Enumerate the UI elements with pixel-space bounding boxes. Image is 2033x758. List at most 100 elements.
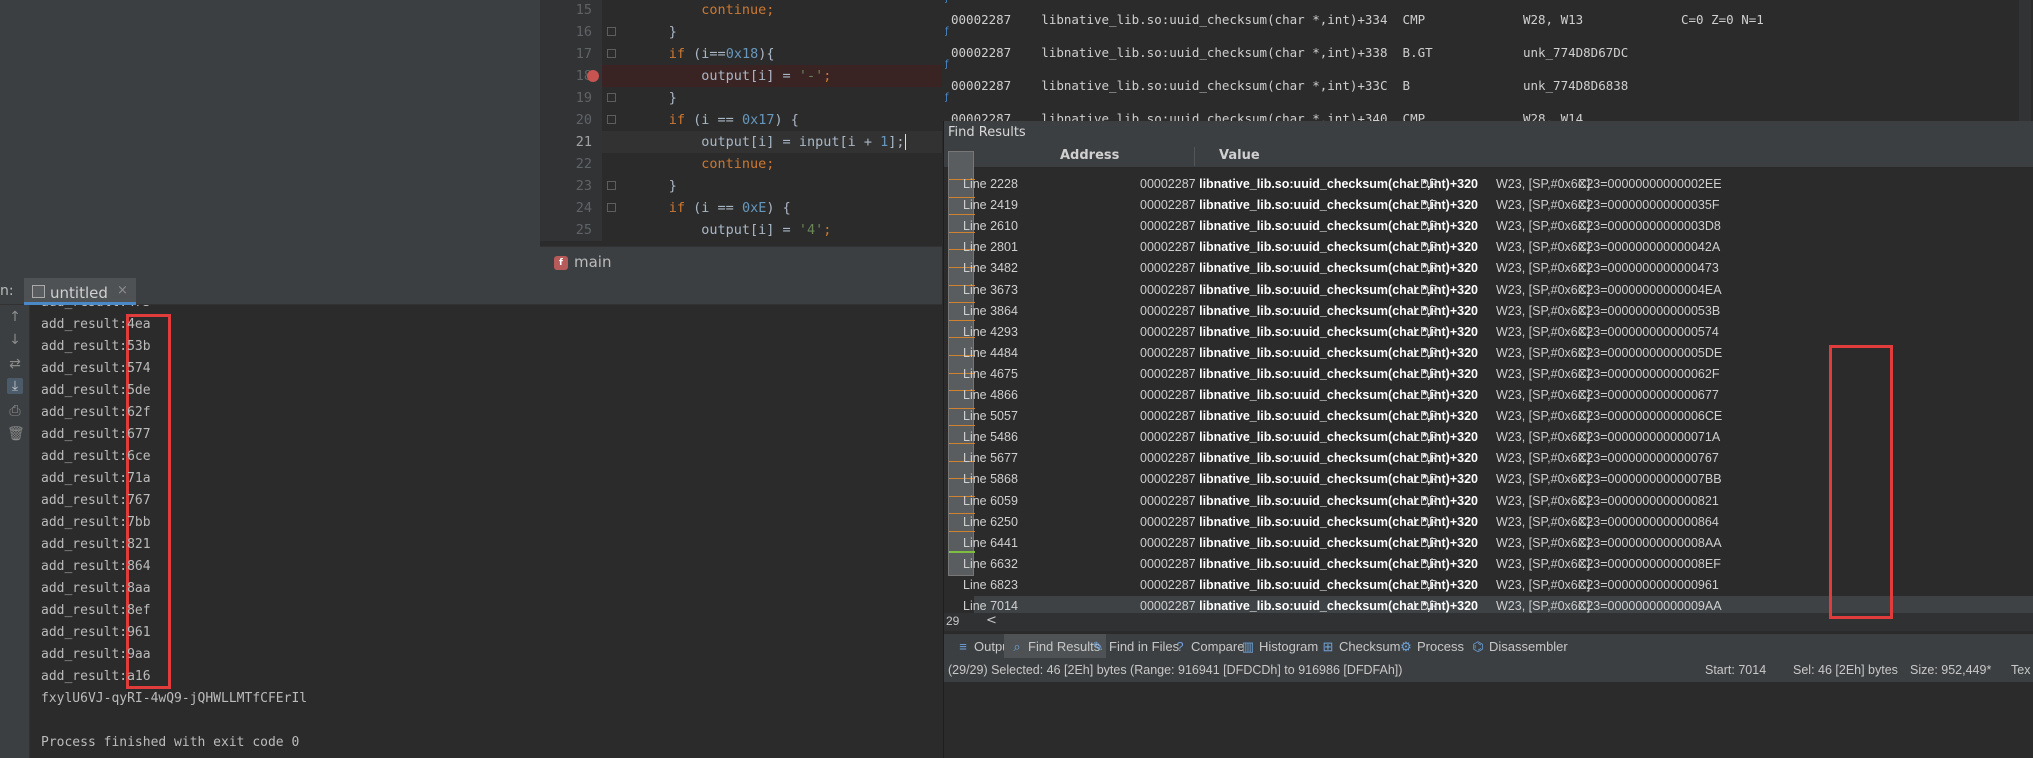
table-row[interactable]: Line 2419 00002287 libnative_lib.so:uuid_… (963, 195, 2033, 216)
table-row[interactable]: Line 3482 00002287 libnative_lib.so:uuid_… (963, 258, 2033, 279)
row-register-value: X23=00000000000006CE (1578, 409, 1723, 424)
fold-marker-icon[interactable] (607, 49, 616, 58)
table-row[interactable]: Line 3673 00002287 libnative_lib.so:uuid_… (963, 280, 2033, 301)
code-line[interactable]: 24 if (i == 0xE) { (540, 197, 942, 219)
row-register-value: X23=000000000000071A (1578, 430, 1721, 445)
table-row[interactable]: Line 4293 00002287 libnative_lib.so:uuid_… (963, 322, 2033, 343)
code-token: } (668, 178, 677, 194)
trace-row[interactable]: 00002287 libnative_lib.so:uuid_checksum(… (951, 78, 1628, 93)
row-instruction: LDR (1413, 535, 1439, 550)
fold-marker-icon[interactable] (607, 27, 616, 36)
code-line[interactable]: 20 if (i == 0x17) { (540, 109, 942, 131)
soft-wrap-icon[interactable]: ⇄ (7, 356, 23, 372)
line-number[interactable]: 23 (540, 175, 602, 197)
row-instruction: LDR (1413, 366, 1439, 381)
line-number[interactable]: 20 (540, 109, 602, 131)
console-output[interactable]: add_result:473 add_result:4ea add_result:5… (30, 305, 942, 758)
trace-marker-icon: ƒ (945, 59, 949, 70)
console-line: add_result:473 (41, 305, 151, 314)
line-number[interactable]: 24 (540, 197, 602, 219)
fold-marker-icon[interactable] (607, 203, 616, 212)
fold-marker-icon[interactable] (607, 181, 616, 190)
row-register-value: X23=000000000000053B (1578, 303, 1721, 318)
line-number[interactable]: 17 (540, 43, 602, 65)
trash-icon[interactable]: 🗑 (7, 426, 25, 442)
arrow-up-icon[interactable]: ↑ (7, 309, 23, 325)
console-line: add_result:961 (41, 625, 151, 640)
project-blank-area (0, 0, 540, 278)
row-operands: W23, [SP,#0x6C] (1496, 177, 1591, 191)
table-row[interactable]: Line 2610 00002287 libnative_lib.so:uuid_… (963, 216, 2033, 237)
chevron-left-icon[interactable]: < (986, 613, 997, 628)
tab-disassembler[interactable]: ⌬ Disassembler (1465, 634, 1574, 659)
fold-marker-icon[interactable] (607, 93, 616, 102)
row-instruction: LDR (1413, 324, 1439, 339)
line-number[interactable]: 16 (540, 21, 602, 43)
code-line[interactable]: 22 continue; (540, 153, 942, 175)
trace-row[interactable]: 00002287 libnative_lib.so:uuid_checksum(… (951, 45, 1628, 60)
code-token: 1 (880, 134, 889, 150)
row-operands: W23, [SP,#0x6C] (1496, 472, 1591, 487)
line-number[interactable]: 15 (540, 0, 602, 21)
scroll-to-end-icon[interactable]: ⤓ (7, 378, 23, 394)
code-line[interactable]: 18 output[i] = '-'; (540, 65, 942, 87)
row-line: Line 5486 (963, 430, 1018, 445)
trace-view[interactable]: ƒ00002287 libnative_lib.so:uuid_checksum… (945, 0, 2033, 121)
column-divider[interactable] (1194, 147, 1195, 166)
console-line: add_result:767 (41, 493, 151, 508)
code-text: if (i == 0x17) { (620, 109, 799, 131)
code-token: ; (823, 68, 832, 84)
column-header-value[interactable]: Value (1219, 148, 1260, 163)
code-editor[interactable]: 15 continue; 16 } 17 if (i==0x18){18 outpu… (540, 0, 942, 246)
row-register-value: X23=0000000000000864 (1578, 514, 1719, 529)
code-line[interactable]: 21 output[i] = input[i + 1]; (540, 131, 942, 153)
line-number[interactable]: 19 (540, 87, 602, 109)
status-size: Size: 952,449* (1910, 663, 1992, 677)
line-number[interactable]: 25 (540, 219, 602, 241)
row-line: Line 2419 (963, 198, 1018, 213)
trace-row[interactable]: 00002287 libnative_lib.so:uuid_checksum(… (951, 111, 1583, 121)
code-line[interactable]: 19 } (540, 87, 942, 109)
text-caret (904, 134, 906, 150)
table-row[interactable]: Line 3864 00002287 libnative_lib.so:uuid_… (963, 301, 2033, 322)
code-line[interactable]: 23 } (540, 175, 942, 197)
breakpoint-icon[interactable] (587, 70, 599, 82)
code-token: output[i] = (701, 222, 799, 238)
row-line: Line 3864 (963, 303, 1018, 318)
code-token: 0xE (741, 200, 767, 216)
code-text: } (620, 21, 677, 43)
function-icon: f (554, 256, 568, 270)
status-selection-info: (29/29) Selected: 46 [2Eh] bytes (Range:… (948, 663, 1403, 677)
code-line[interactable]: 16 } (540, 21, 942, 43)
line-number[interactable]: 22 (540, 153, 602, 175)
row-line: Line 3673 (963, 282, 1018, 297)
code-line[interactable]: 15 continue; (540, 0, 942, 21)
close-icon[interactable]: × (117, 283, 128, 298)
line-number[interactable]: 21 (540, 131, 602, 153)
table-row[interactable]: Line 2801 00002287 libnative_lib.so:uuid_… (963, 237, 2033, 258)
row-instruction: LDR (1413, 198, 1439, 213)
code-line[interactable]: 25 output[i] = '4'; (540, 219, 942, 241)
code-token: if (668, 112, 694, 128)
row-register-value: X23=00000000000003D8 (1578, 219, 1721, 234)
print-icon[interactable]: ⎙ (7, 403, 23, 419)
tab-histogram[interactable]: ▥ Histogram (1235, 634, 1324, 659)
row-line: Line 3482 (963, 261, 1018, 276)
tab-untitled[interactable]: untitled × (24, 278, 136, 305)
fold-marker-icon[interactable] (607, 115, 616, 124)
row-line: Line 6250 (963, 514, 1018, 529)
arrow-down-icon[interactable]: ↓ (7, 332, 23, 348)
column-header-address[interactable]: Address (1060, 148, 1119, 163)
row-register-value: X23=0000000000000767 (1578, 451, 1719, 466)
scrollbar[interactable] (2019, 0, 2031, 121)
row-instruction: LDR (1413, 409, 1439, 424)
function-name[interactable]: main (574, 253, 611, 271)
trace-row[interactable]: 00002287 libnative_lib.so:uuid_checksum(… (951, 12, 1764, 27)
code-token: (i == (693, 112, 742, 128)
table-row[interactable]: Line 2228 00002287 libnative_lib.so:uuid_… (963, 174, 2033, 195)
row-operands: W23, [SP,#0x6C] (1496, 514, 1591, 529)
code-line[interactable]: 17 if (i==0x18){ (540, 43, 942, 65)
file-icon (32, 285, 45, 298)
tab-process[interactable]: ⚙ Process (1393, 634, 1470, 659)
row-operands: W23, [SP,#0x6C] (1496, 493, 1591, 508)
